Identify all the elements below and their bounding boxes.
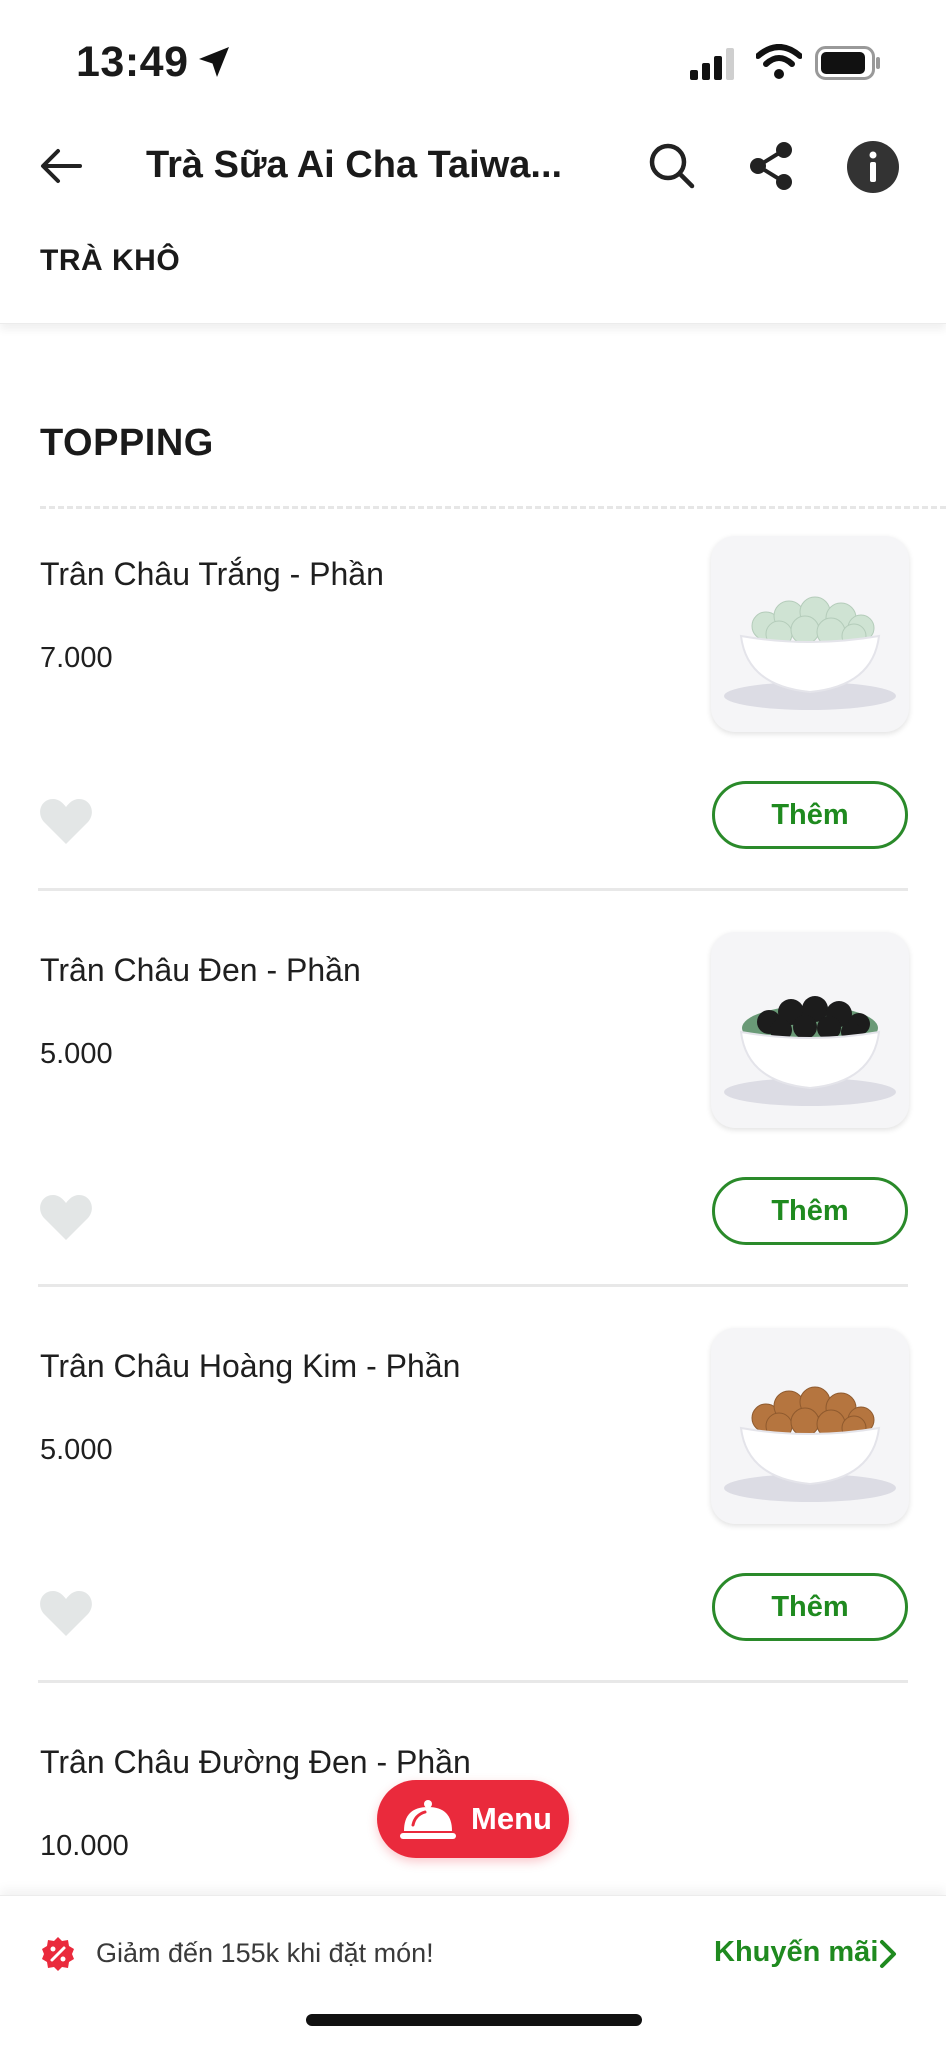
add-button[interactable]: Thêm <box>712 781 908 849</box>
section-title: TOPPING <box>40 422 214 464</box>
wifi-icon <box>756 44 802 79</box>
promo-bar[interactable]: Giảm đến 155k khi đặt món! Khuyến mãi <box>0 1895 946 2048</box>
item-name: Trân Châu Hoàng Kim - Phần <box>40 1348 461 1384</box>
location-arrow-icon <box>199 47 229 77</box>
back-arrow-icon[interactable] <box>36 140 88 192</box>
heart-icon[interactable] <box>38 1192 94 1242</box>
heart-icon[interactable] <box>38 796 94 846</box>
item-image[interactable] <box>711 1328 909 1524</box>
item-price: 7.000 <box>40 642 113 674</box>
item-price: 5.000 <box>40 1434 113 1466</box>
item-name: Trân Châu Đường Đen - Phần <box>40 1744 471 1780</box>
black-pearl-bowl-image <box>724 996 896 1106</box>
discount-badge-icon <box>42 1937 74 1971</box>
cloche-icon <box>400 1800 456 1839</box>
search-icon[interactable] <box>646 140 698 192</box>
promo-text: Giảm đến 155k khi đặt món! <box>96 1938 434 1968</box>
item-name: Trân Châu Trắng - Phần <box>40 556 384 592</box>
item-price: 10.000 <box>40 1830 129 1862</box>
item-divider <box>38 888 908 891</box>
item-divider <box>38 1284 908 1287</box>
item-name: Trân Châu Đen - Phần <box>40 952 361 988</box>
menu-button-label: Menu <box>471 1801 552 1836</box>
chevron-right-icon[interactable] <box>876 1938 900 1970</box>
add-button[interactable]: Thêm <box>712 1573 908 1641</box>
item-price: 5.000 <box>40 1038 113 1070</box>
home-indicator <box>306 2014 642 2026</box>
white-pearl-bowl-image <box>724 596 896 710</box>
tab-tra-kho[interactable]: TRÀ KHÔ <box>40 244 180 278</box>
add-button[interactable]: Thêm <box>712 1177 908 1245</box>
page-title: Trà Sữa Ai Cha Taiwa... <box>146 144 563 186</box>
golden-pearl-bowl-image <box>724 1386 896 1502</box>
menu-button[interactable]: Menu <box>377 1780 569 1858</box>
item-image[interactable] <box>711 536 909 732</box>
item-image[interactable] <box>711 932 909 1128</box>
section-divider <box>40 506 946 509</box>
share-icon[interactable] <box>746 140 798 192</box>
item-divider <box>38 1680 908 1683</box>
status-time: 13:49 <box>76 38 189 86</box>
info-icon[interactable] <box>846 140 900 194</box>
heart-icon[interactable] <box>38 1588 94 1638</box>
promotions-link[interactable]: Khuyến mãi <box>714 1936 878 1969</box>
cellular-signal-icon <box>690 48 734 80</box>
status-bar: 13:49 <box>0 0 946 118</box>
battery-icon <box>815 46 880 80</box>
